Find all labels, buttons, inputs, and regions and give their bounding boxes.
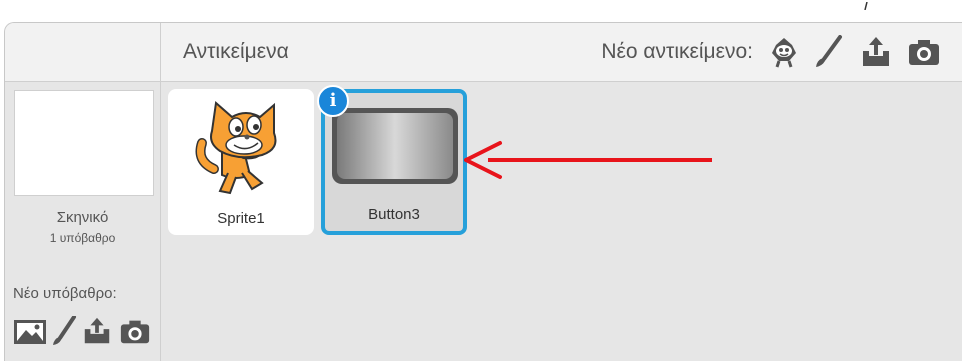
red-arrow-annotation — [464, 141, 712, 179]
new-backdrop-label: Νέο υπόβαθρο: — [13, 285, 117, 302]
backdrop-count: 1 υπόβαθρο — [49, 231, 116, 245]
info-icon[interactable]: i — [317, 85, 349, 117]
new-sprite-label: Νέο αντικείμενο: — [601, 40, 753, 63]
paint-brush-icon[interactable] — [811, 35, 845, 69]
stage-name: Σκηνικό — [56, 209, 109, 226]
button-shape-icon — [332, 108, 458, 184]
landscape-image-icon[interactable] — [13, 316, 47, 346]
stage-thumbnail[interactable] — [14, 90, 154, 196]
sprite-name: Button3 — [368, 206, 420, 223]
sprite-list: Sprite1 i Button3 — [161, 82, 962, 361]
camera-icon[interactable] — [119, 316, 151, 346]
sprites-header: Αντικείμενα Νέο αντικείμενο: — [161, 23, 962, 82]
sprites-title: Αντικείμενα — [183, 40, 289, 63]
upload-icon[interactable] — [81, 316, 113, 346]
stage-panel: Σκηνικό 1 υπόβαθρο Νέο υπόβαθρο: — [5, 82, 161, 361]
stage-header — [5, 23, 161, 82]
sprite-tile-sprite1[interactable]: Sprite1 — [168, 89, 314, 235]
camera-icon[interactable] — [907, 35, 941, 69]
corner-mark — [864, 2, 868, 10]
upload-icon[interactable] — [859, 35, 893, 69]
sprite-library-icon[interactable] — [767, 35, 801, 69]
sprite-name: Sprite1 — [217, 210, 265, 227]
paint-brush-icon[interactable] — [51, 316, 77, 346]
sprite-tile-button3[interactable]: i Button3 — [317, 85, 467, 235]
cat-icon — [195, 101, 277, 195]
sprites-pane: Αντικείμενα Νέο αντικείμενο: Σκηνικό 1 υ… — [4, 22, 962, 361]
